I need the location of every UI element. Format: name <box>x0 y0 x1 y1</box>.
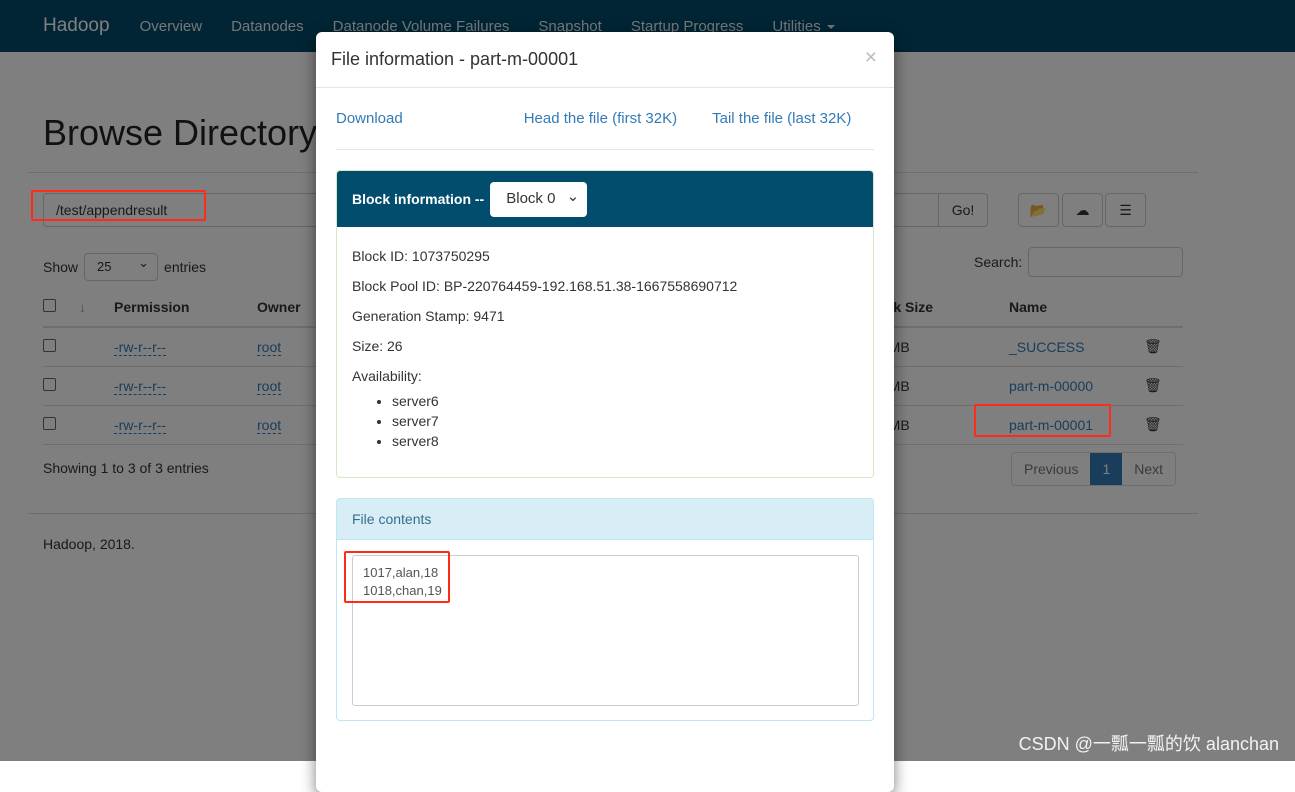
annotation-box <box>31 190 206 221</box>
server-list: server6 server7 server8 <box>392 391 858 451</box>
block-size: Size: 26 <box>352 338 403 354</box>
server-item: server6 <box>392 391 858 411</box>
file-actions: Download Head the file (first 32K) Tail … <box>336 110 874 127</box>
file-contents-panel: File contents 1017,alan,18 1018,chan,19 <box>336 498 874 721</box>
close-icon[interactable]: × <box>865 46 877 70</box>
block-id: Block ID: 1073750295 <box>352 248 490 264</box>
file-info-modal: File information - part-m-00001 × Downlo… <box>316 32 894 792</box>
head-file-link[interactable]: Head the file (first 32K) <box>524 110 677 127</box>
block-info-panel: Block information -- Block 0 Block ID: 1… <box>336 170 874 478</box>
block-info-header: Block information -- Block 0 <box>337 171 873 227</box>
watermark: CSDN @一瓢一瓢的饮 alanchan <box>1018 734 1279 754</box>
block-info-body: Block ID: 1073750295 Block Pool ID: BP-2… <box>337 227 873 465</box>
block-pool-id: Block Pool ID: BP-220764459-192.168.51.3… <box>352 278 738 294</box>
tail-file-link[interactable]: Tail the file (last 32K) <box>712 110 851 127</box>
availability-label: Availability: <box>352 368 422 384</box>
block-info-title: Block information -- <box>352 191 485 207</box>
file-contents-header: File contents <box>337 499 873 540</box>
server-item: server7 <box>392 411 858 431</box>
annotation-box <box>344 551 450 603</box>
server-item: server8 <box>392 431 858 451</box>
download-link[interactable]: Download <box>336 110 403 127</box>
divider <box>336 149 874 150</box>
block-select[interactable]: Block 0 <box>490 181 588 217</box>
modal-title: File information - part-m-00001 <box>331 49 579 69</box>
modal-header: File information - part-m-00001 × <box>316 32 894 88</box>
generation-stamp: Generation Stamp: 9471 <box>352 308 505 324</box>
annotation-box <box>974 404 1111 437</box>
